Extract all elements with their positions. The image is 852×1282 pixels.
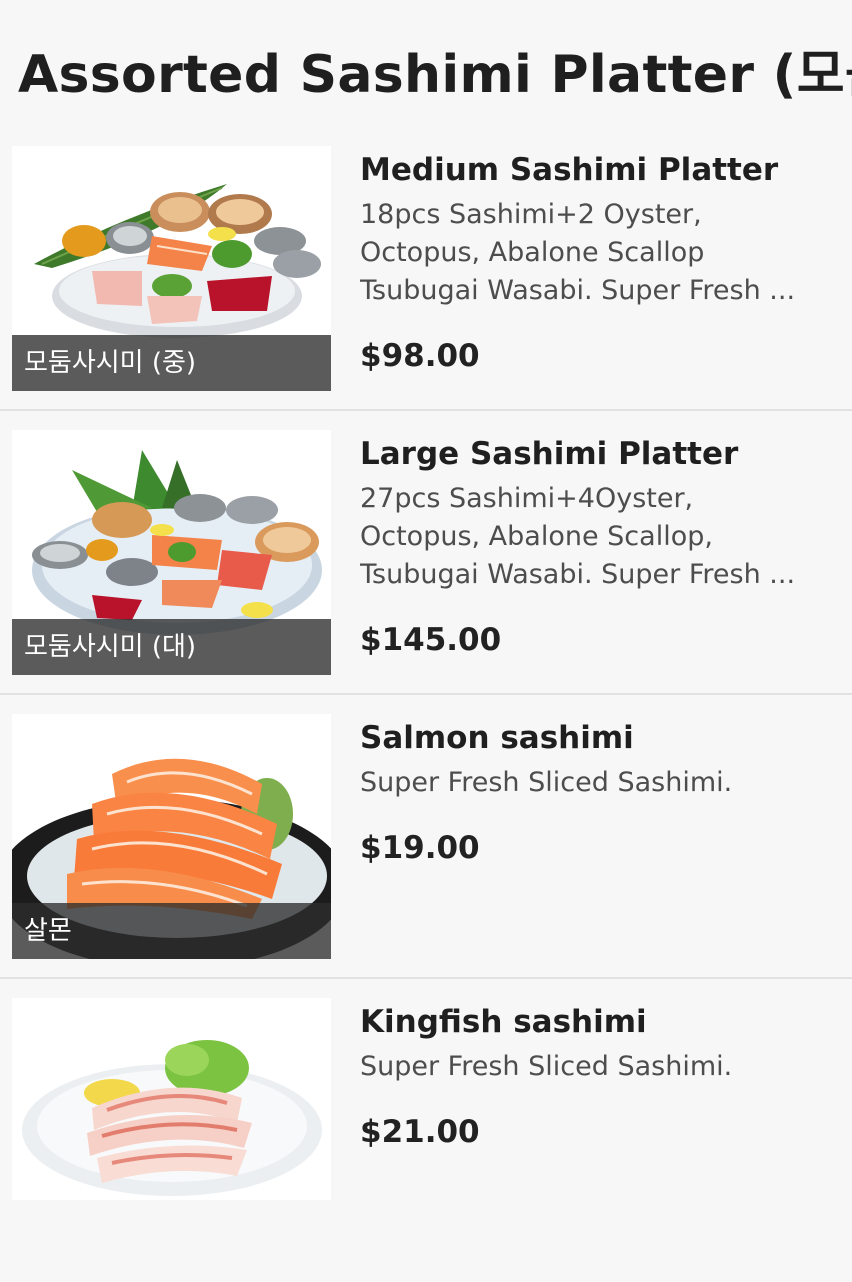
item-info: Large Sashimi Platter 27pcs Sashimi+4Oys… xyxy=(360,430,844,594)
korean-name-label: 모둠사시미 (대) xyxy=(12,619,331,675)
menu-item-salmon-sashimi[interactable]: 살몬 Salmon sashimi Super Fresh Sliced Sas… xyxy=(0,714,852,998)
item-photo xyxy=(12,998,331,1200)
item-price: $21.00 xyxy=(360,1114,480,1150)
description-line: Super Fresh Sliced Sashimi. xyxy=(360,1051,733,1082)
item-info: Kingfish sashimi Super Fresh Sliced Sash… xyxy=(360,998,844,1086)
item-name: Large Sashimi Platter xyxy=(360,436,739,472)
menu-item-medium-sashimi-platter[interactable]: 모둠사시미 (중) Medium Sashimi Platter 18pcs S… xyxy=(0,146,852,430)
item-info: Medium Sashimi Platter 18pcs Sashimi+2 O… xyxy=(360,146,844,310)
item-description: 18pcs Sashimi+2 Oyster, Octopus, Abalone… xyxy=(360,196,844,310)
menu-item-kingfish-sashimi[interactable]: Kingfish sashimi Super Fresh Sliced Sash… xyxy=(0,998,852,1282)
item-photo: 모둠사시미 (중) xyxy=(12,146,331,391)
description-line: Super Fresh Sliced Sashimi. xyxy=(360,767,733,798)
item-info: Salmon sashimi Super Fresh Sliced Sashim… xyxy=(360,714,844,802)
divider xyxy=(0,409,852,411)
description-line: Tsubugai Wasabi. Super Fresh ... xyxy=(360,559,796,590)
item-photo: 살몬 xyxy=(12,714,331,959)
item-price: $19.00 xyxy=(360,830,480,866)
description-line: 18pcs Sashimi+2 Oyster, xyxy=(360,199,702,230)
item-description: Super Fresh Sliced Sashimi. xyxy=(360,764,844,802)
divider xyxy=(0,693,852,695)
item-price: $145.00 xyxy=(360,622,502,658)
description-line: Tsubugai Wasabi. Super Fresh ... xyxy=(360,275,796,306)
description-line: 27pcs Sashimi+4Oyster, xyxy=(360,483,694,514)
menu-item-large-sashimi-platter[interactable]: 모둠사시미 (대) Large Sashimi Platter 27pcs Sa… xyxy=(0,430,852,714)
item-name: Salmon sashimi xyxy=(360,720,634,756)
korean-name-label: 모둠사시미 (중) xyxy=(12,335,331,391)
item-name: Kingfish sashimi xyxy=(360,1004,647,1040)
kingfish-sashimi-photo xyxy=(12,998,331,1200)
description-line: Octopus, Abalone Scallop xyxy=(360,237,705,268)
item-description: 27pcs Sashimi+4Oyster, Octopus, Abalone … xyxy=(360,480,844,594)
korean-name-label: 살몬 xyxy=(12,903,331,959)
item-photo: 모둠사시미 (대) xyxy=(12,430,331,675)
section-title: Assorted Sashimi Platter (모둠 xyxy=(18,45,852,105)
item-description: Super Fresh Sliced Sashimi. xyxy=(360,1048,844,1086)
divider xyxy=(0,977,852,979)
item-price: $98.00 xyxy=(360,338,480,374)
description-line: Octopus, Abalone Scallop, xyxy=(360,521,713,552)
item-name: Medium Sashimi Platter xyxy=(360,152,779,188)
